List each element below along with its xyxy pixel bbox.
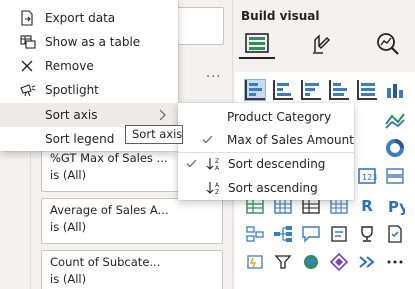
filter-card[interactable]: Count of Subcate... is (All)	[41, 250, 223, 289]
ribbon-chart-icon[interactable]	[385, 110, 405, 130]
clustered-column-chart-icon[interactable]	[329, 80, 349, 100]
svg-text:A: A	[215, 165, 220, 172]
python-visual-icon[interactable]: Py	[385, 196, 409, 216]
filter-card-value: is (All)	[50, 272, 87, 286]
stacked-bar-chart-icon[interactable]	[244, 79, 266, 101]
power-automate-flow-icon[interactable]	[357, 252, 377, 272]
filter-card-name: Count of Subcate...	[50, 255, 161, 269]
menu-item-label: Remove	[45, 59, 94, 73]
donut-chart-icon[interactable]	[385, 138, 405, 158]
card-svg-icon: 123	[358, 168, 377, 184]
menu-item-label: Show as a table	[45, 35, 141, 49]
checkmark-icon	[202, 134, 218, 147]
menu-item-remove[interactable]: Remove	[0, 54, 178, 78]
chevron-right-icon	[158, 109, 166, 124]
goals-svg-icon	[361, 226, 373, 242]
stacked-bar-100-icon[interactable]	[357, 80, 377, 100]
card-icon[interactable]: 123	[357, 166, 377, 186]
export-data-icon	[20, 10, 42, 26]
paginated-report-svg-icon	[388, 225, 402, 243]
sort-descending-icon: ZA	[206, 156, 224, 172]
python-svg-icon: Py	[388, 198, 409, 216]
sort-ascending-option[interactable]: AZ Sort ascending	[178, 176, 354, 200]
filter-card-name: Average of Sales A...	[50, 203, 169, 217]
filter-card[interactable]: Average of Sales A... is (All)	[41, 198, 223, 244]
sort-field-label: Max of Sales Amount	[227, 133, 354, 147]
spotlight-icon	[20, 82, 42, 98]
analytics-icon	[377, 33, 399, 55]
svg-text:A: A	[215, 182, 220, 189]
sort-ascending-icon: AZ	[206, 180, 224, 196]
menu-item-show-as-table[interactable]: Show as a table	[0, 30, 178, 54]
sort-order-label: Sort descending	[228, 157, 326, 171]
menu-item-label: Sort legend	[45, 132, 115, 146]
goals-icon[interactable]	[357, 224, 377, 244]
sort-axis-submenu: Product Category Max of Sales Amount ZA …	[178, 103, 354, 200]
power-apps-icon[interactable]	[273, 252, 293, 272]
ribbon-chart-svg-icon	[385, 113, 405, 129]
donut-chart-svg-icon	[386, 139, 404, 157]
menu-item-label: Export data	[45, 11, 116, 25]
clustered-bar-chart-icon[interactable]	[301, 80, 321, 100]
sort-descending-option[interactable]: ZA Sort descending	[178, 152, 354, 176]
svg-text:Z: Z	[215, 189, 219, 196]
azure-map-icon[interactable]	[329, 252, 349, 272]
format-visual-button[interactable]	[303, 29, 339, 59]
qna-svg-icon	[302, 226, 320, 243]
format-visual-icon	[313, 34, 331, 54]
table-icon	[20, 34, 42, 50]
key-influencers-icon[interactable]	[245, 224, 265, 244]
close-icon	[20, 58, 42, 74]
filter-card-value: is (All)	[50, 220, 87, 234]
arcgis-map-icon[interactable]	[301, 252, 321, 272]
azure-map-svg-icon	[329, 252, 349, 272]
analytics-button[interactable]	[370, 29, 406, 59]
arcgis-map-svg-icon	[304, 255, 318, 269]
sort-order-label: Sort ascending	[228, 181, 318, 195]
more-visuals-icon[interactable]	[385, 252, 405, 272]
power-automate-icon[interactable]	[245, 252, 265, 272]
key-influencers-svg-icon	[246, 226, 264, 242]
stacked-column-chart-icon[interactable]	[273, 80, 293, 100]
qna-icon[interactable]	[301, 224, 321, 244]
build-visual-title: Build visual	[241, 9, 320, 23]
build-visual-button[interactable]	[239, 29, 275, 59]
sort-field-max-of-sales-amount[interactable]: Max of Sales Amount	[178, 128, 354, 152]
svg-text:123: 123	[362, 173, 377, 182]
more-options-button[interactable]: ...	[206, 66, 221, 81]
menu-item-label: Spotlight	[45, 83, 99, 97]
svg-text:Z: Z	[215, 158, 219, 165]
svg-text:Py: Py	[388, 198, 405, 216]
multi-row-card-icon[interactable]	[385, 166, 405, 186]
column-chart-icon[interactable]	[385, 80, 405, 100]
checkmark-icon	[186, 158, 202, 171]
sort-field-product-category[interactable]: Product Category	[178, 105, 354, 129]
power-automate-svg-icon	[247, 255, 263, 269]
power-apps-svg-icon	[274, 255, 292, 269]
column-chart-svg-icon	[387, 84, 403, 98]
menu-item-spotlight[interactable]: Spotlight	[0, 78, 178, 102]
sort-axis-tooltip: Sort axis	[125, 125, 183, 144]
multi-row-card-svg-icon	[386, 168, 404, 184]
menu-item-label: Sort axis	[45, 108, 98, 122]
smart-narrative-svg-icon	[331, 226, 347, 242]
sort-field-label: Product Category	[227, 110, 332, 124]
paginated-report-icon[interactable]	[385, 224, 405, 244]
menu-item-export-data[interactable]: Export data	[0, 6, 178, 30]
decomposition-tree-icon[interactable]	[273, 224, 293, 244]
r-script-visual-icon[interactable]: R	[357, 196, 377, 216]
flow-svg-icon	[359, 256, 375, 268]
menu-item-sort-axis[interactable]: Sort axis	[0, 103, 178, 127]
build-visual-icon	[245, 33, 269, 53]
more-visuals-svg-icon	[387, 260, 403, 264]
smart-narrative-icon[interactable]	[329, 224, 349, 244]
decomposition-tree-svg-icon	[274, 226, 292, 242]
